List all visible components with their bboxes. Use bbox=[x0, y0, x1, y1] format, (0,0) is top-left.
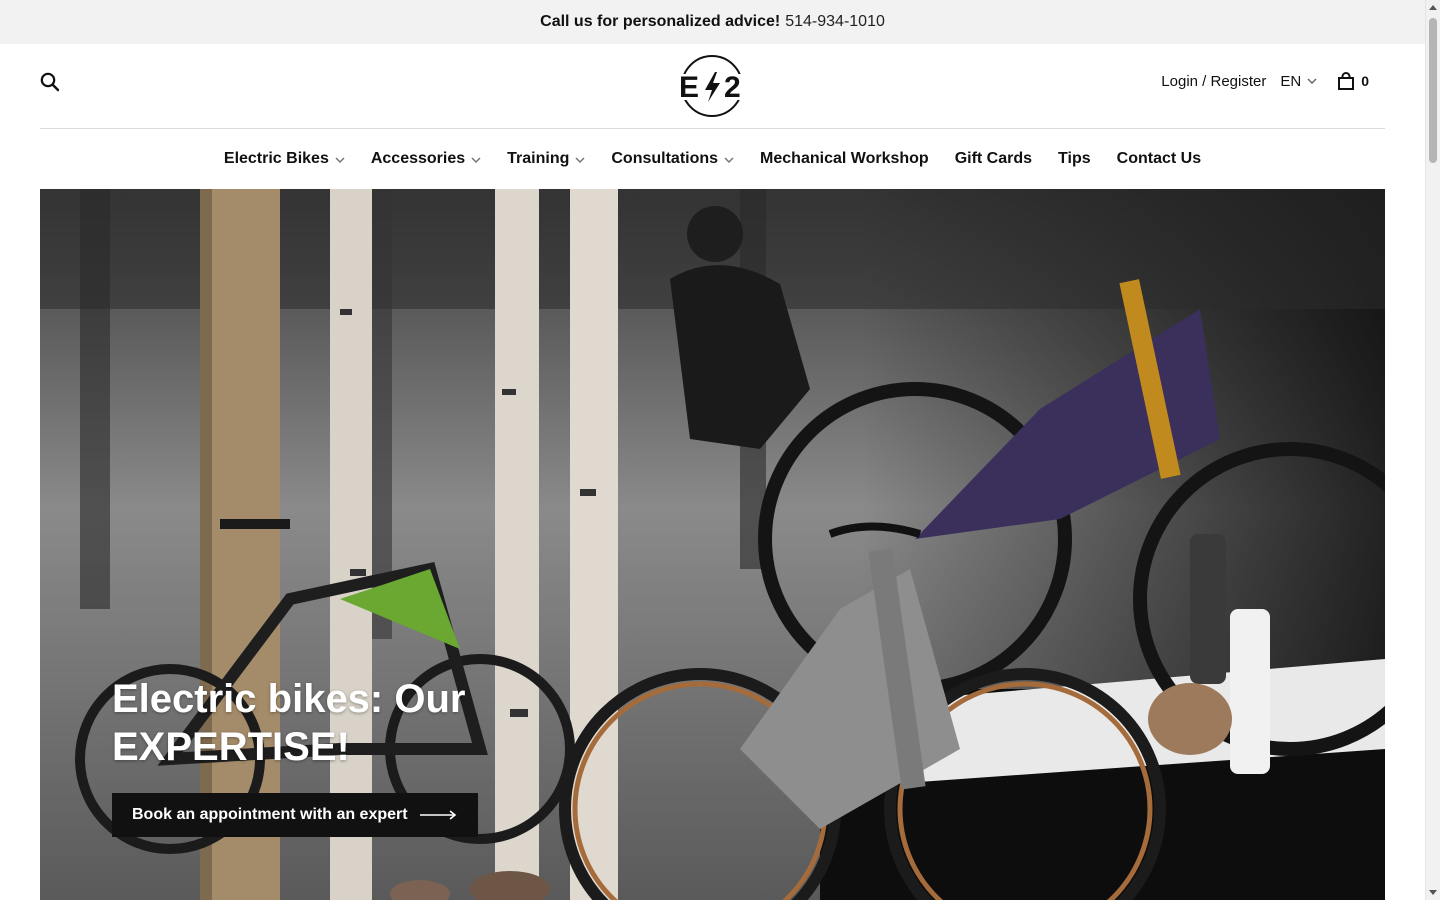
e2-logo-icon: E 2 bbox=[677, 55, 747, 117]
nav-item-label: Contact Us bbox=[1116, 149, 1202, 167]
page-scrollbar[interactable] bbox=[1425, 0, 1440, 900]
nav-item-consultations[interactable]: Consultations bbox=[611, 150, 734, 168]
nav-item-label: Training bbox=[507, 149, 570, 167]
svg-text:2: 2 bbox=[724, 71, 741, 104]
language-selector[interactable]: EN bbox=[1280, 73, 1317, 90]
language-label: EN bbox=[1280, 72, 1302, 90]
chevron-down-icon bbox=[471, 156, 481, 163]
hero-banner: Electric bikes: Our EXPERTISE! Book an a… bbox=[40, 189, 1385, 900]
long-arrow-right-icon bbox=[419, 810, 456, 820]
chevron-down-icon bbox=[724, 156, 734, 163]
login-register-link[interactable]: Login / Register bbox=[1161, 73, 1266, 90]
nav-item-label: Consultations bbox=[611, 149, 719, 167]
scroll-down-arrow-icon[interactable] bbox=[1429, 890, 1437, 895]
nav-item-training[interactable]: Training bbox=[507, 150, 585, 168]
hero-title: Electric bikes: Our EXPERTISE! bbox=[112, 677, 466, 769]
chevron-down-icon bbox=[575, 156, 585, 163]
cart-count: 0 bbox=[1361, 73, 1369, 89]
scroll-thumb[interactable] bbox=[1429, 18, 1437, 163]
nav-item-label: Accessories bbox=[370, 149, 466, 167]
search-button[interactable] bbox=[40, 72, 60, 92]
cart-button[interactable]: 0 bbox=[1337, 72, 1369, 90]
nav-item-label: Tips bbox=[1058, 149, 1091, 167]
nav-item-label: Gift Cards bbox=[954, 149, 1033, 167]
scroll-up-arrow-icon[interactable] bbox=[1429, 5, 1437, 10]
nav-item-label: Electric Bikes bbox=[223, 149, 329, 167]
nav-item-gift-cards[interactable]: Gift Cards bbox=[955, 150, 1032, 168]
shopping-bag-icon bbox=[1338, 72, 1355, 90]
chevron-down-icon bbox=[1307, 78, 1317, 84]
announcement-text: Call us for personalized advice! bbox=[540, 13, 781, 30]
nav-item-electric-bikes[interactable]: Electric Bikes bbox=[224, 150, 345, 168]
book-appointment-button[interactable]: Book an appointment with an expert bbox=[112, 793, 478, 837]
announcement-phone[interactable]: 514-934-1010 bbox=[785, 13, 885, 31]
nav-item-tips[interactable]: Tips bbox=[1058, 150, 1091, 168]
header-actions: Login / Register EN 0 bbox=[1161, 72, 1369, 90]
svg-text:E: E bbox=[679, 71, 699, 104]
book-appointment-label: Book an appointment with an expert bbox=[132, 806, 408, 823]
search-icon bbox=[40, 72, 60, 92]
main-navigation: Electric Bikes Accessories Training Cons… bbox=[40, 129, 1385, 188]
site-logo[interactable]: E 2 bbox=[677, 54, 747, 118]
nav-item-label: Mechanical Workshop bbox=[760, 149, 929, 167]
nav-item-accessories[interactable]: Accessories bbox=[371, 150, 481, 168]
announcement-bar: Call us for personalized advice! 514-934… bbox=[0, 0, 1425, 44]
chevron-down-icon bbox=[335, 156, 345, 163]
nav-item-contact-us[interactable]: Contact Us bbox=[1117, 150, 1201, 168]
nav-item-mechanical-workshop[interactable]: Mechanical Workshop bbox=[760, 150, 929, 168]
site-header: E 2 Login / Register EN 0 bbox=[40, 44, 1385, 129]
